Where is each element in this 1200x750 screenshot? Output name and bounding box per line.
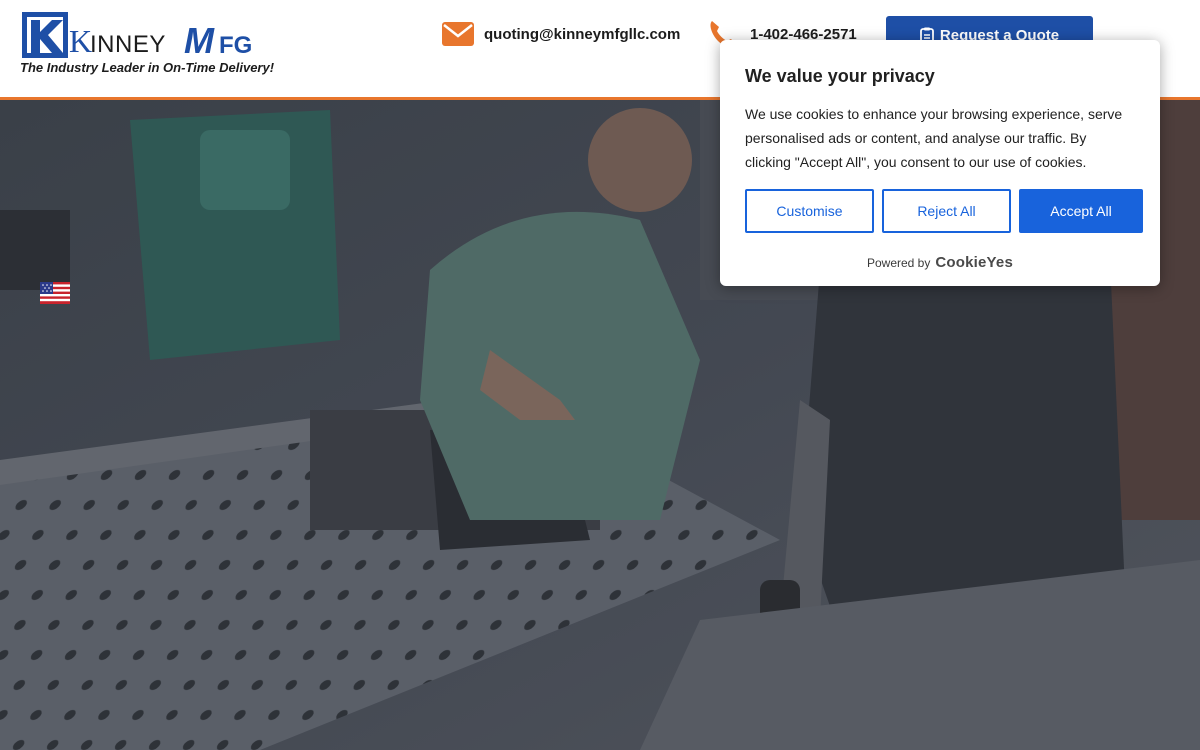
customise-button[interactable]: Customise xyxy=(745,189,874,233)
cookie-consent-banner: We value your privacy We use cookies to … xyxy=(720,40,1160,286)
cookie-title: We value your privacy xyxy=(745,66,935,86)
cookie-description: We use cookies to enhance your browsing … xyxy=(745,106,1123,170)
reject-all-button[interactable]: Reject All xyxy=(882,189,1011,233)
email-address: quoting@kinneymfgllc.com xyxy=(484,25,681,43)
svg-text:INNEY: INNEY xyxy=(90,31,166,58)
cookie-buttons: Customise Reject All Accept All xyxy=(745,189,1143,233)
svg-text:FG: FG xyxy=(219,32,252,58)
kinney-mfg-logo[interactable]: K INNEY M FG xyxy=(22,12,272,58)
envelope-icon xyxy=(442,22,474,46)
powered-by: Powered by CookieYes xyxy=(720,254,1160,271)
tagline: The Industry Leader in On-Time Delivery! xyxy=(20,60,275,75)
accept-all-button[interactable]: Accept All xyxy=(1019,189,1143,233)
svg-text:M: M xyxy=(184,20,215,58)
cookieyes-logo[interactable]: CookieYes xyxy=(935,254,1013,271)
page: K INNEY M FG The Industry Leader in On-T… xyxy=(0,0,1200,750)
us-flag-icon xyxy=(40,282,70,304)
powered-by-label: Powered by xyxy=(866,255,931,270)
email-link[interactable]: quoting@kinneymfgllc.com xyxy=(442,18,680,50)
svg-text:K: K xyxy=(69,23,92,58)
